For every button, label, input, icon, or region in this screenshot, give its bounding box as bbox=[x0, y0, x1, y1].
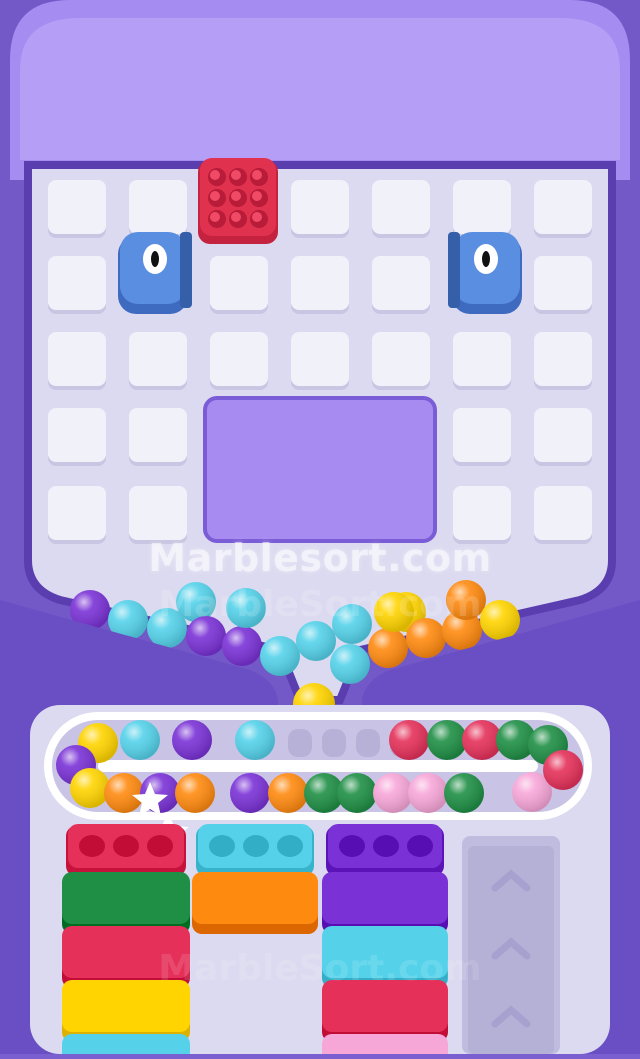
left-launcher[interactable] bbox=[118, 232, 192, 314]
grid-tile-top bbox=[372, 256, 430, 310]
grid-tile-top bbox=[372, 332, 430, 386]
game-machine bbox=[0, 0, 640, 1059]
conveyor-marble bbox=[373, 773, 413, 813]
sorter-column-1[interactable] bbox=[62, 824, 190, 1059]
sorter-column-3[interactable] bbox=[322, 824, 448, 1059]
empty-slot bbox=[288, 729, 312, 757]
hopper-marble bbox=[296, 621, 336, 661]
grid-tile-top bbox=[48, 408, 106, 462]
slot-hole bbox=[277, 835, 303, 857]
right-launcher[interactable] bbox=[448, 232, 522, 314]
watermark-bottom-text: MarbleSort.com bbox=[158, 948, 482, 989]
hopper-marble bbox=[260, 636, 300, 676]
watermark-ghost-text: MarbleSort.com bbox=[158, 584, 482, 625]
conveyor-marble bbox=[543, 750, 583, 790]
center-pad bbox=[203, 396, 437, 543]
grid-tile-top bbox=[291, 332, 349, 386]
conveyor-marble bbox=[268, 773, 308, 813]
conveyor-marble bbox=[427, 720, 467, 760]
grid-tile-top bbox=[453, 408, 511, 462]
slot-hole bbox=[243, 835, 269, 857]
conveyor-marble bbox=[235, 720, 275, 760]
slot-hole bbox=[373, 835, 399, 857]
grid-tile-top bbox=[48, 180, 106, 234]
slot-hole bbox=[209, 835, 235, 857]
grid-tile-top bbox=[453, 486, 511, 540]
grid-tile-top bbox=[534, 180, 592, 234]
grid-tile-top bbox=[534, 332, 592, 386]
grid-tile-top bbox=[129, 180, 187, 234]
empty-slot bbox=[322, 729, 346, 757]
conveyor-marble bbox=[389, 720, 429, 760]
conveyor-marble bbox=[104, 773, 144, 813]
grid-tile-top bbox=[48, 256, 106, 310]
grid-tile-top bbox=[372, 180, 430, 234]
grid-tile-top bbox=[453, 180, 511, 234]
conveyor-marble bbox=[444, 773, 484, 813]
grid-tile-top bbox=[291, 180, 349, 234]
slot-hole bbox=[339, 835, 365, 857]
locked-red-piece[interactable] bbox=[198, 158, 278, 244]
grid-tile-top bbox=[210, 256, 268, 310]
slot-hole bbox=[79, 835, 105, 857]
conveyor-marble bbox=[175, 773, 215, 813]
grid-tile-top bbox=[129, 332, 187, 386]
conveyor-marble bbox=[120, 720, 160, 760]
hopper-marble bbox=[368, 628, 408, 668]
grid-tile-top bbox=[534, 408, 592, 462]
hopper-marble bbox=[222, 626, 262, 666]
conveyor-marble bbox=[70, 768, 110, 808]
grid-tile-top bbox=[210, 332, 268, 386]
slot-hole bbox=[113, 835, 139, 857]
conveyor-marble bbox=[408, 773, 448, 813]
hopper-marble bbox=[330, 644, 370, 684]
grid-tile-top bbox=[291, 256, 349, 310]
conveyor-marble bbox=[230, 773, 270, 813]
grid-tile-top bbox=[534, 256, 592, 310]
red-piece-beads bbox=[208, 168, 268, 228]
grid-tile-top bbox=[534, 486, 592, 540]
grid-tile-top bbox=[48, 486, 106, 540]
sorter-column-4[interactable] bbox=[462, 836, 560, 1054]
empty-slot bbox=[356, 729, 380, 757]
watermark-text: Marblesort.com bbox=[148, 536, 492, 580]
slot-hole bbox=[407, 835, 433, 857]
conveyor-marble bbox=[337, 773, 377, 813]
grid-tile-top bbox=[453, 332, 511, 386]
grid-tile-top bbox=[129, 486, 187, 540]
grid-tile-top bbox=[129, 408, 187, 462]
sorter-column-2[interactable] bbox=[192, 824, 318, 934]
slot-hole bbox=[147, 835, 173, 857]
grid-tile-top bbox=[48, 332, 106, 386]
conveyor-marble bbox=[172, 720, 212, 760]
